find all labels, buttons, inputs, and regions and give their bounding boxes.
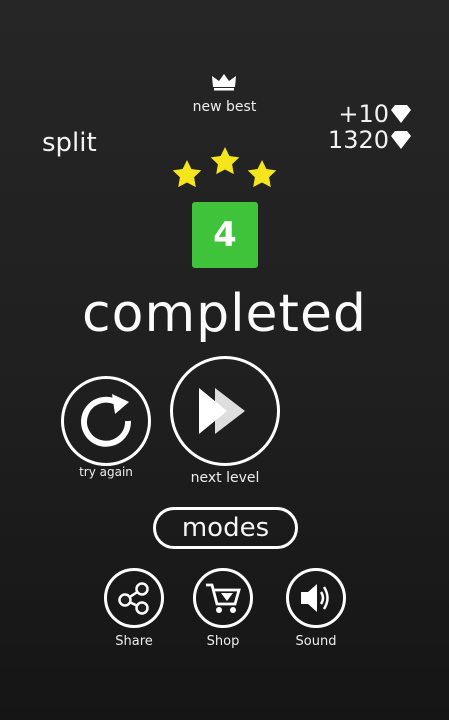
shop-button[interactable] [193, 568, 253, 628]
next-level-button[interactable] [170, 356, 280, 466]
level-number-badge: 4 [192, 202, 258, 268]
share-button[interactable] [104, 568, 164, 628]
completed-title: completed [82, 284, 367, 344]
try-again-button[interactable] [61, 376, 151, 466]
sound-label: Sound [295, 634, 337, 649]
try-again-label: try again [79, 465, 133, 479]
retry-icon [81, 394, 132, 447]
share-icon [118, 582, 149, 615]
fast-forward-icon [199, 388, 245, 434]
star-icon [247, 160, 277, 188]
next-level-label: next level [190, 470, 260, 486]
cart-icon [206, 583, 241, 613]
star-icon [210, 147, 240, 175]
sound-button[interactable] [286, 568, 346, 628]
shop-label: Shop [206, 634, 240, 649]
speaker-icon [301, 584, 329, 612]
star-icon [172, 160, 202, 188]
share-label: Share [115, 634, 153, 649]
modes-button[interactable]: modes [153, 507, 298, 549]
star-rating [172, 147, 277, 188]
